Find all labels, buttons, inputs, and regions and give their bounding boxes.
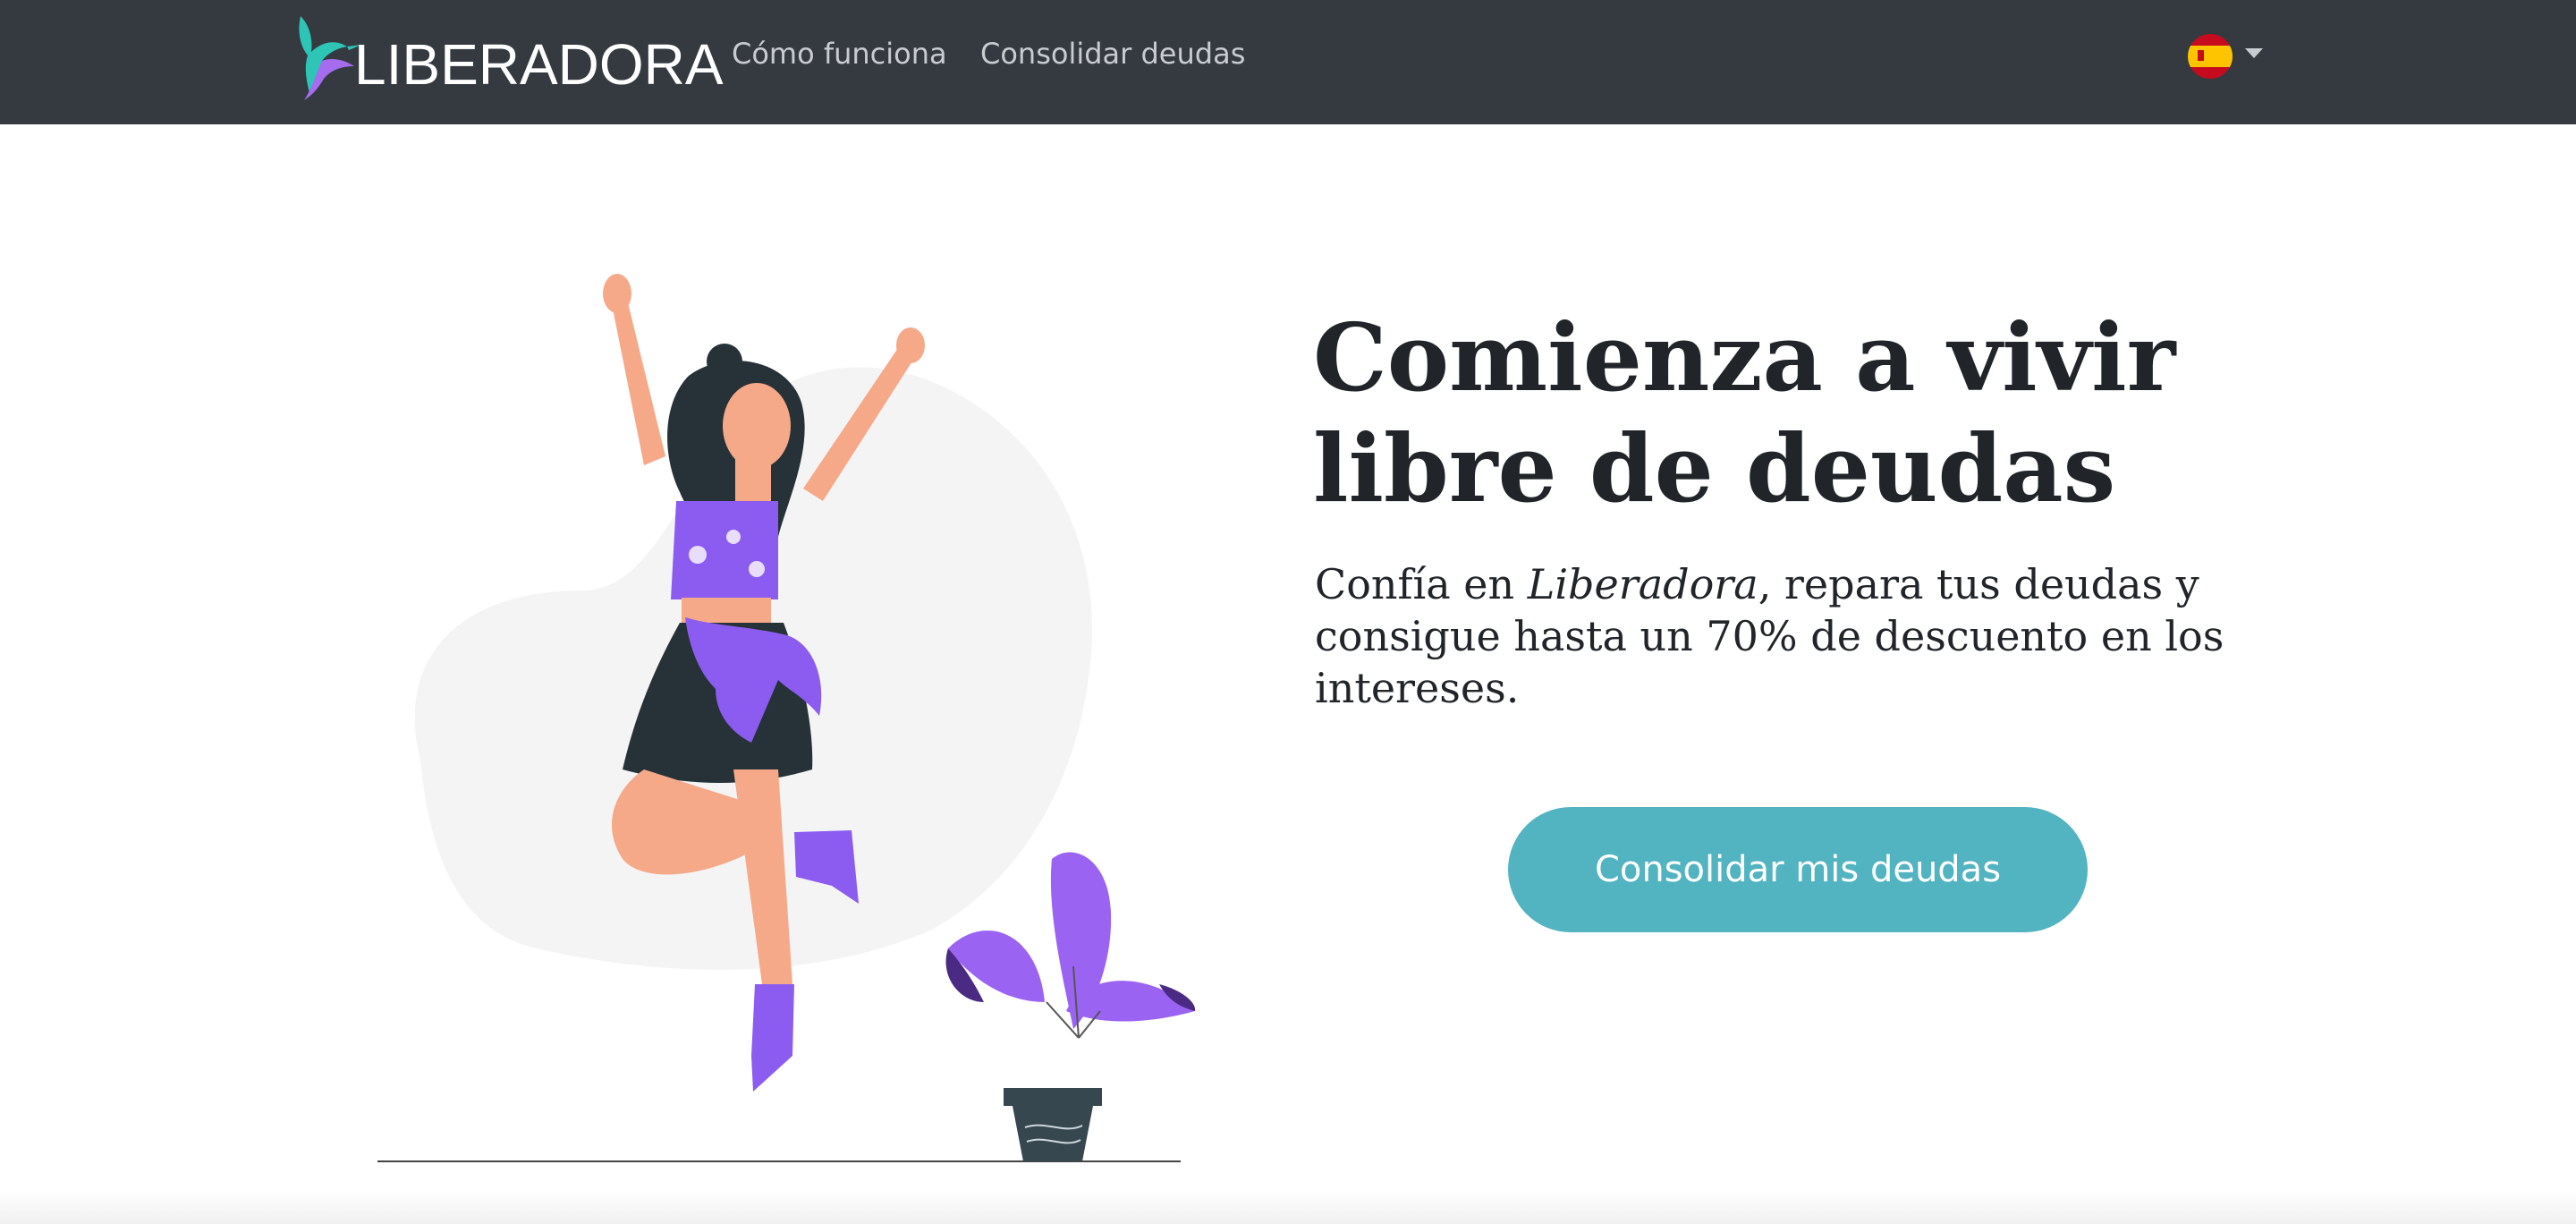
- face: [723, 383, 791, 469]
- chevron-down-icon: [2245, 48, 2263, 58]
- nav-link-how-it-works[interactable]: Cómo funciona: [732, 32, 947, 75]
- hero-illustration: [377, 274, 1196, 1162]
- section-divider: [0, 1190, 2576, 1224]
- pot-body: [1013, 1106, 1093, 1161]
- hero-subtitle-text: Confía en: [1315, 560, 1528, 608]
- pot-rim: [1004, 1088, 1102, 1106]
- hero-subtitle-brand: Liberadora: [1527, 560, 1758, 608]
- language-dropdown[interactable]: [2188, 32, 2268, 79]
- nav-link-consolidate-debts[interactable]: Consolidar deudas: [980, 32, 1245, 75]
- purple-top: [671, 501, 778, 599]
- spain-flag-icon: [2188, 34, 2233, 79]
- lower-shoe: [751, 984, 794, 1092]
- brand-logo[interactable]: LIBERADORA: [292, 7, 724, 102]
- left-arm: [610, 295, 665, 465]
- hummingbird-icon: [299, 16, 361, 100]
- brand-name: LIBERADORA: [354, 32, 724, 97]
- right-fist: [896, 327, 925, 363]
- navbar: LIBERADORA Cómo funciona Consolidar deud…: [0, 0, 2576, 124]
- hair-bun: [707, 344, 742, 379]
- hero-title: Comienza a vivir libre de deudas: [1313, 302, 2176, 523]
- consolidate-debts-button[interactable]: Consolidar mis deudas: [1508, 807, 2088, 932]
- hero-subtitle: Confía en Liberadora, repara tus deudas …: [1315, 558, 2299, 714]
- left-fist: [603, 274, 631, 313]
